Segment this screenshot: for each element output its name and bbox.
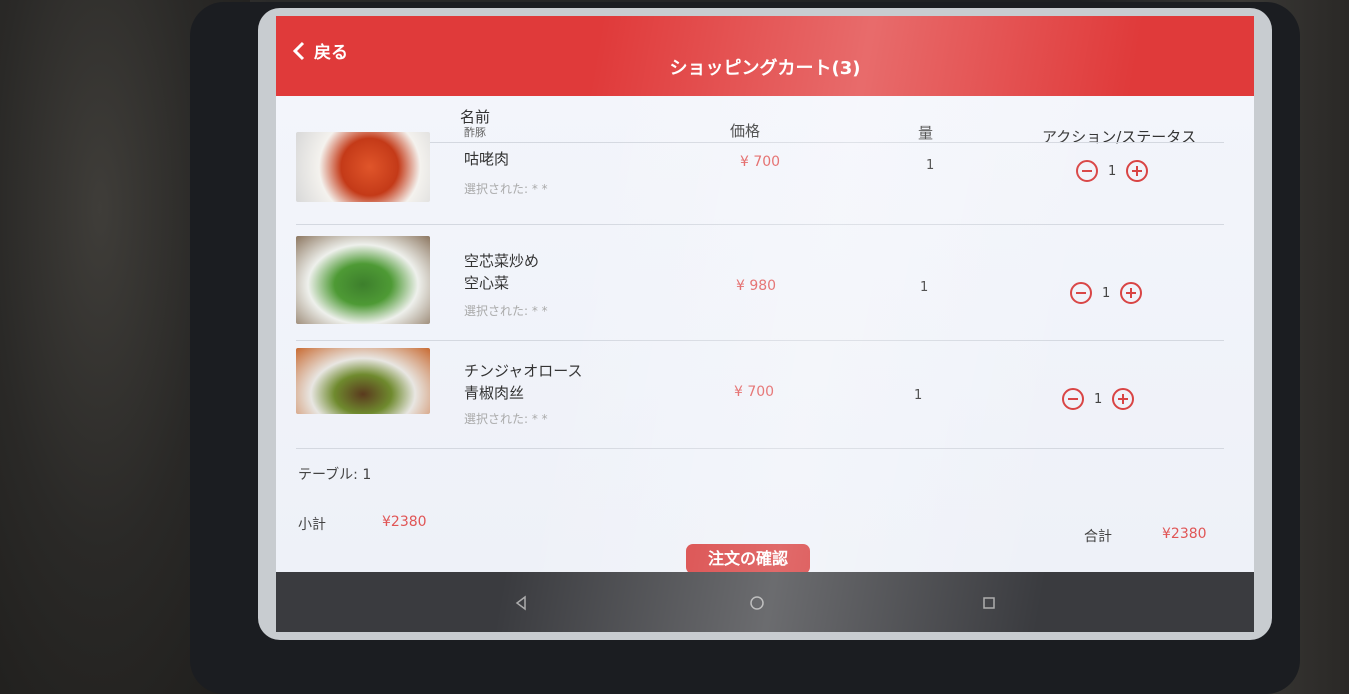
row-divider [296,224,1224,225]
item-price: ¥ 700 [734,384,775,400]
item-name-cn: 空心菜 [464,274,510,292]
item-selected: 選択された: * * [464,304,548,318]
triangle-back-icon[interactable] [510,592,532,614]
item-name-jp: 空芯菜炒め [464,252,540,270]
minus-circle-icon[interactable] [1062,388,1084,410]
plus-circle-icon[interactable] [1112,388,1135,410]
item-name-jp: 酢豚 [464,126,486,139]
app-header: 戻る ショッピングカート(3) [276,16,1254,96]
item-name-cn: 咕咾肉 [464,150,510,168]
confirm-order-button[interactable]: 注文の確認 [686,544,810,574]
plus-circle-icon[interactable] [1120,282,1143,304]
table-number: テーブル: 1 [298,467,372,483]
item-quantity: 1 [926,158,935,173]
quantity-stepper: 1 [1070,282,1143,304]
subtotal-value: ¥2380 [382,514,427,530]
cart-row: チンジャオロース 青椒肉丝 選択された: * * ¥ 700 1 1 [276,348,1254,436]
item-price: ¥ 700 [740,154,781,170]
cart-row: 空芯菜炒め 空心菜 選択された: * * ¥ 980 1 1 [276,232,1254,352]
item-quantity: 1 [920,280,929,295]
item-name-jp: チンジャオロース [464,362,583,380]
stepper-value: 1 [1094,391,1103,407]
plus-circle-icon[interactable] [1126,160,1149,182]
stepper-value: 1 [1102,285,1111,301]
item-selected: 選択された: * * [464,412,548,426]
android-nav-bar [276,572,1254,632]
square-recent-icon[interactable] [978,592,1000,614]
cart-row: 酢豚 咕咾肉 選択された: * * ¥ 700 1 1 [276,114,1254,234]
page-title: ショッピングカート(3) [669,58,861,79]
minus-circle-icon[interactable] [1070,282,1092,304]
tablet-screen: 戻る ショッピングカート(3) 名前 価格 量 アクション/ステータス 酢豚 咕… [276,16,1254,632]
item-quantity: 1 [914,388,923,403]
circle-home-icon[interactable] [746,592,768,614]
minus-circle-icon[interactable] [1076,160,1098,182]
item-selected: 選択された: * * [464,182,548,196]
row-divider [296,340,1224,341]
item-name-cn: 青椒肉丝 [464,384,525,402]
total-value: ¥2380 [1162,526,1207,542]
subtotal-label: 小計 [298,517,326,533]
food-image [296,132,430,202]
footer-divider [296,448,1224,449]
food-image [296,236,430,324]
food-image [296,348,430,414]
item-price: ¥ 980 [736,278,777,294]
stepper-value: 1 [1108,163,1117,179]
quantity-stepper: 1 [1062,388,1135,410]
cart-content: 名前 価格 量 アクション/ステータス 酢豚 咕咾肉 選択された: * * ¥ … [276,96,1254,574]
quantity-stepper: 1 [1076,160,1149,182]
total-label: 合計 [1084,529,1112,545]
